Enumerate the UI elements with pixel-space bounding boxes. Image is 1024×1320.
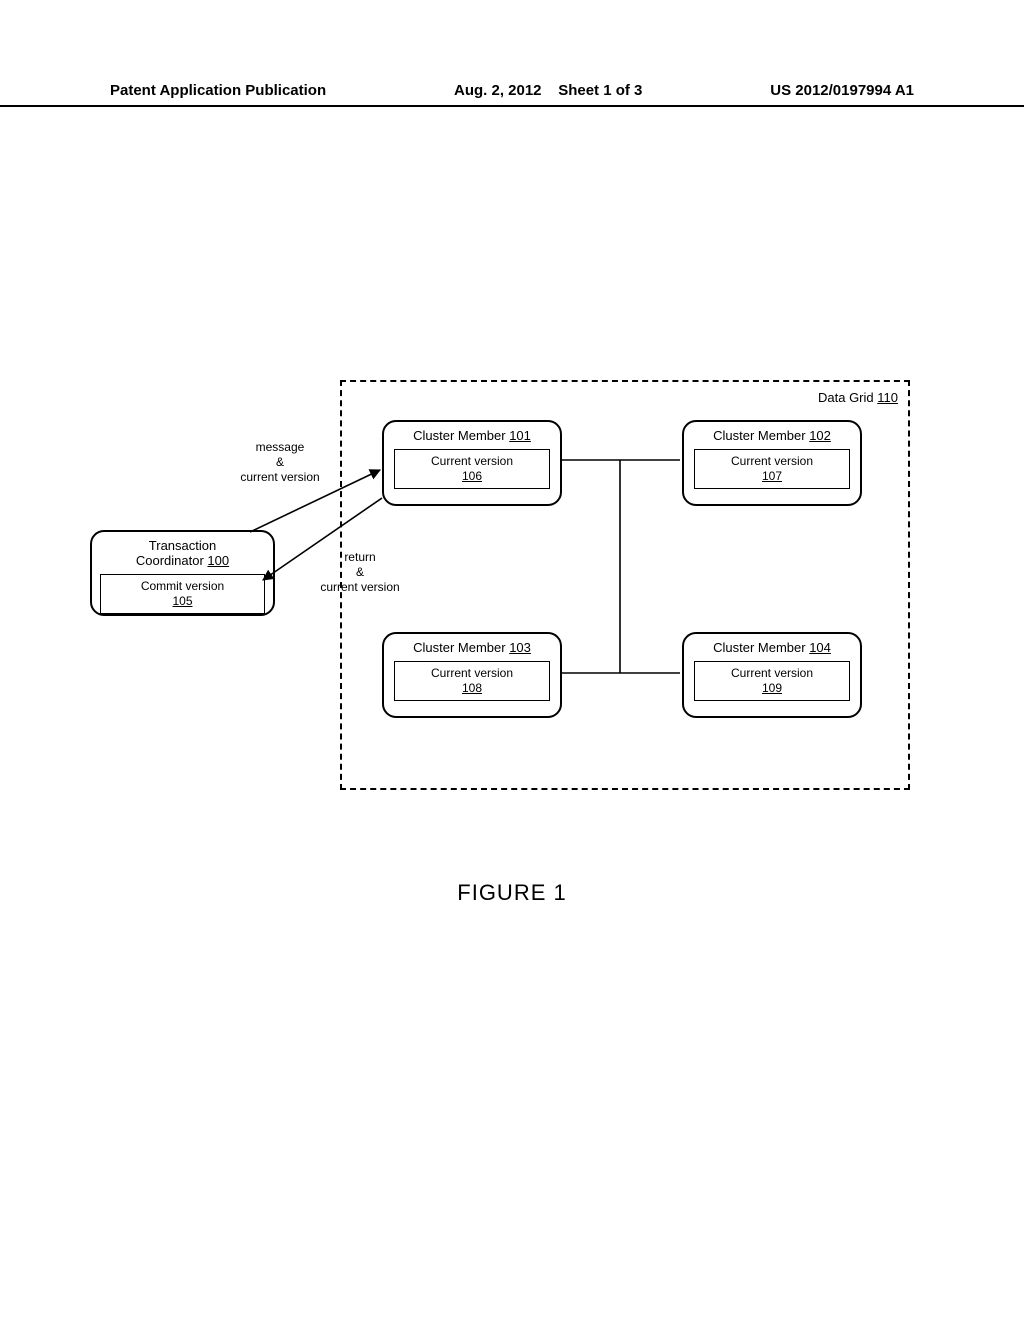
cluster-member-102-version-box: Current version 107 — [694, 449, 850, 489]
transaction-coordinator-title-text: Transaction — [149, 538, 216, 553]
edge-label-message-l2: & — [276, 455, 284, 469]
transaction-coordinator-commit-text: Commit version — [141, 579, 224, 593]
cluster-member-102-title: Cluster Member 102 — [694, 428, 850, 443]
cluster-member-103: Cluster Member 103 Current version 108 — [382, 632, 562, 718]
edge-label-return-l3: current version — [320, 580, 399, 594]
cluster-member-102-ref: 102 — [809, 428, 831, 443]
data-grid-label: Data Grid 110 — [818, 390, 898, 405]
figure-1-diagram: Data Grid 110 Cluster Member 101 Current… — [90, 380, 910, 810]
transaction-coordinator-ref: 100 — [207, 553, 229, 568]
transaction-coordinator: Transaction Coordinator 100 Commit versi… — [90, 530, 275, 616]
cluster-member-104-version-text: Current version — [731, 666, 813, 680]
transaction-coordinator-title: Transaction Coordinator 100 — [100, 538, 265, 568]
edge-label-return-l1: return — [344, 550, 375, 564]
cluster-member-102-title-text: Cluster Member — [713, 428, 805, 443]
edge-label-message-l1: message — [256, 440, 305, 454]
edge-label-return-l2: & — [356, 565, 364, 579]
cluster-member-101-ref: 101 — [509, 428, 531, 443]
cluster-member-103-version-ref: 108 — [462, 681, 482, 695]
cluster-member-101: Cluster Member 101 Current version 106 — [382, 420, 562, 506]
cluster-member-104-ref: 104 — [809, 640, 831, 655]
edge-label-message-l3: current version — [240, 470, 319, 484]
cluster-member-101-version-box: Current version 106 — [394, 449, 550, 489]
edge-label-return: return & current version — [300, 550, 420, 595]
cluster-member-104: Cluster Member 104 Current version 109 — [682, 632, 862, 718]
transaction-coordinator-title-text2: Coordinator — [136, 553, 208, 568]
cluster-member-104-version-ref: 109 — [762, 681, 782, 695]
cluster-member-101-title-text: Cluster Member — [413, 428, 505, 443]
data-grid-region: Data Grid 110 Cluster Member 101 Current… — [340, 380, 910, 790]
cluster-member-102-version-ref: 107 — [762, 469, 782, 483]
figure-caption: FIGURE 1 — [0, 880, 1024, 906]
page-header: Patent Application Publication Aug. 2, 2… — [0, 82, 1024, 107]
edge-label-message: message & current version — [220, 440, 340, 485]
header-sheet: Sheet 1 of 3 — [558, 82, 642, 99]
cluster-member-102: Cluster Member 102 Current version 107 — [682, 420, 862, 506]
header-publication-type: Patent Application Publication — [110, 82, 326, 99]
cluster-member-101-title: Cluster Member 101 — [394, 428, 550, 443]
cluster-member-103-version-box: Current version 108 — [394, 661, 550, 701]
cluster-member-103-version-text: Current version — [431, 666, 513, 680]
data-grid-label-ref: 110 — [877, 390, 898, 405]
header-middle: Aug. 2, 2012 Sheet 1 of 3 — [454, 82, 642, 99]
cluster-member-104-title-text: Cluster Member — [713, 640, 805, 655]
cluster-member-101-version-ref: 106 — [462, 469, 482, 483]
cluster-member-103-title: Cluster Member 103 — [394, 640, 550, 655]
data-grid-label-text: Data Grid — [818, 390, 874, 405]
cluster-member-103-ref: 103 — [509, 640, 531, 655]
cluster-member-101-version-text: Current version — [431, 454, 513, 468]
transaction-coordinator-commit-box: Commit version 105 — [100, 574, 265, 614]
header-date: Aug. 2, 2012 — [454, 82, 542, 99]
cluster-member-104-version-box: Current version 109 — [694, 661, 850, 701]
cluster-member-102-version-text: Current version — [731, 454, 813, 468]
header-pubno: US 2012/0197994 A1 — [770, 82, 914, 99]
patent-page: Patent Application Publication Aug. 2, 2… — [0, 0, 1024, 1320]
transaction-coordinator-commit-ref: 105 — [172, 594, 192, 608]
cluster-member-103-title-text: Cluster Member — [413, 640, 505, 655]
cluster-member-104-title: Cluster Member 104 — [694, 640, 850, 655]
